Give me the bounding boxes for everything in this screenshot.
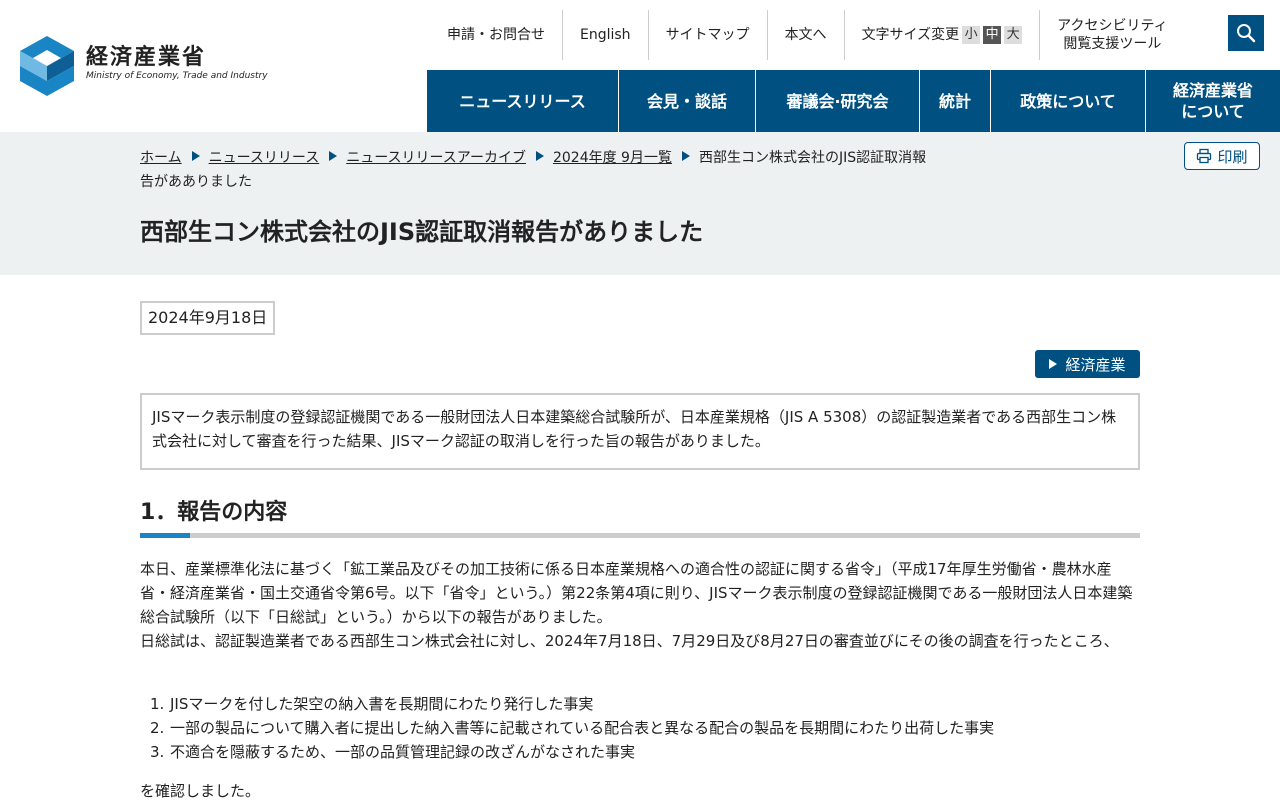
- list-item-number: 1.: [150, 695, 165, 713]
- breadcrumb-arrow-icon: [681, 151, 690, 161]
- meti-logo[interactable]: 経済産業省 Ministry of Economy, Trade and Ind…: [20, 36, 268, 98]
- title-band: ホーム ニュースリリース ニュースリリースアーカイブ 2024年度 9月一覧西部生コン…: [0, 132, 1280, 275]
- breadcrumb-month-list[interactable]: 2024年度 9月一覧: [553, 150, 672, 166]
- section-paragraph-2: 日総試は、認証製造業者である西部生コン株式会社に対し、2024年7月18日、7月…: [140, 632, 1119, 650]
- list-item-text: 不適合を隠蔽するため、一部の品質管理記録の改ざんがなされた事実: [170, 743, 636, 761]
- publish-date: 2024年9月18日: [140, 301, 276, 335]
- gnav-councils[interactable]: 審議会·研究会: [756, 70, 920, 132]
- summary-box: JISマーク表示制度の登録認証機関である一般財団法人日本建築総合試験所が、日本産…: [140, 393, 1140, 470]
- print-label: 印刷: [1217, 147, 1248, 166]
- breadcrumb-news-archive[interactable]: ニュースリリースアーカイブ: [346, 150, 526, 166]
- gnav-policies[interactable]: 政策について: [991, 70, 1146, 132]
- font-size-large-button[interactable]: 大: [1004, 26, 1023, 44]
- triangle-right-icon: [1049, 359, 1058, 369]
- site-header: 経済産業省 Ministry of Economy, Trade and Ind…: [0, 0, 1280, 132]
- category-tag-label: 経済産業: [1065, 355, 1126, 374]
- gnav-press-conference[interactable]: 会見・談話: [619, 70, 756, 132]
- skip-to-content-link[interactable]: 本文へ: [768, 10, 845, 60]
- font-size-label: 文字サイズ変更: [861, 27, 960, 43]
- category-tag-button[interactable]: 経済産業: [1035, 350, 1140, 378]
- search-icon: [1237, 24, 1256, 43]
- accessibility-tool-link[interactable]: アクセシビリティ 閲覧支援ツール: [1040, 10, 1184, 60]
- breadcrumb-arrow-icon: [191, 151, 200, 161]
- search-button[interactable]: [1228, 15, 1264, 51]
- page-title: 西部生コン株式会社のJIS認証取消報告がありました: [140, 218, 704, 246]
- section-body: 本日、産業標準化法に基づく「鉱工業品及びその加工技術に係る日本産業規格への適合性…: [140, 557, 1140, 653]
- contact-link[interactable]: 申請・お問合せ: [430, 10, 563, 60]
- list-item: 3. 不適合を隠蔽するため、一部の品質管理記録の改ざんがなされた事実: [150, 740, 1140, 764]
- gnav-about-meti[interactable]: 経済産業省 について: [1146, 70, 1280, 132]
- logo-english-text: Ministry of Economy, Trade and Industry: [86, 71, 268, 81]
- utility-nav: 申請・お問合せ English サイトマップ 本文へ 文字サイズ変更 小 中 大…: [430, 10, 1185, 60]
- list-item-text: JISマークを付した架空の納入書を長期間にわたり発行した事実: [170, 695, 594, 713]
- font-size-small-button[interactable]: 小: [962, 26, 981, 44]
- section-heading-text: 1．報告の内容: [140, 500, 288, 525]
- findings-list: 1. JISマークを付した架空の納入書を長期間にわたり発行した事実 2. 一部の…: [150, 692, 1140, 764]
- printer-icon: [1197, 148, 1212, 164]
- gnav-statistics[interactable]: 統計: [920, 70, 991, 132]
- gnav-news-release[interactable]: ニュースリリース: [427, 70, 619, 132]
- section-heading: 1．報告の内容: [140, 498, 1140, 538]
- font-size-medium-button[interactable]: 中: [983, 26, 1002, 44]
- gnav-about-line2: について: [1181, 102, 1245, 121]
- accessibility-line1: アクセシビリティ: [1057, 18, 1168, 34]
- breadcrumb-news-release[interactable]: ニュースリリース: [209, 150, 320, 166]
- list-item: 2. 一部の製品について購入者に提出した納入書等に記載されている配合表と異なる配…: [150, 716, 1140, 740]
- closing-text: を確認しました。: [140, 782, 261, 800]
- breadcrumb: ホーム ニュースリリース ニュースリリースアーカイブ 2024年度 9月一覧 西部生コン…: [140, 146, 940, 194]
- list-item-text: 一部の製品について購入者に提出した納入書等に記載されている配合表と異なる配合の製…: [170, 719, 995, 737]
- breadcrumb-home[interactable]: ホーム: [140, 150, 182, 166]
- global-nav: ニュースリリース 会見・談話 審議会·研究会 統計 政策について 経済産業省 に…: [427, 70, 1280, 132]
- breadcrumb-arrow-icon: [329, 151, 338, 161]
- print-button[interactable]: 印刷: [1184, 142, 1260, 170]
- meti-logo-icon: [20, 36, 74, 96]
- section-heading-underline: [140, 533, 1140, 538]
- section-paragraph-1: 本日、産業標準化法に基づく「鉱工業品及びその加工技術に係る日本産業規格への適合性…: [140, 560, 1133, 626]
- gnav-about-line1: 経済産業省: [1172, 81, 1253, 100]
- logo-japanese-text: 経済産業省: [86, 44, 207, 70]
- font-size-switcher: 文字サイズ変更 小 中 大: [845, 10, 1041, 60]
- list-item-number: 3.: [150, 743, 165, 761]
- english-link[interactable]: English: [563, 10, 649, 60]
- breadcrumb-arrow-icon: [535, 151, 544, 161]
- sitemap-link[interactable]: サイトマップ: [649, 10, 768, 60]
- list-item: 1. JISマークを付した架空の納入書を長期間にわたり発行した事実: [150, 692, 1140, 716]
- accessibility-line2: 閲覧支援ツール: [1063, 36, 1162, 52]
- list-item-number: 2.: [150, 719, 165, 737]
